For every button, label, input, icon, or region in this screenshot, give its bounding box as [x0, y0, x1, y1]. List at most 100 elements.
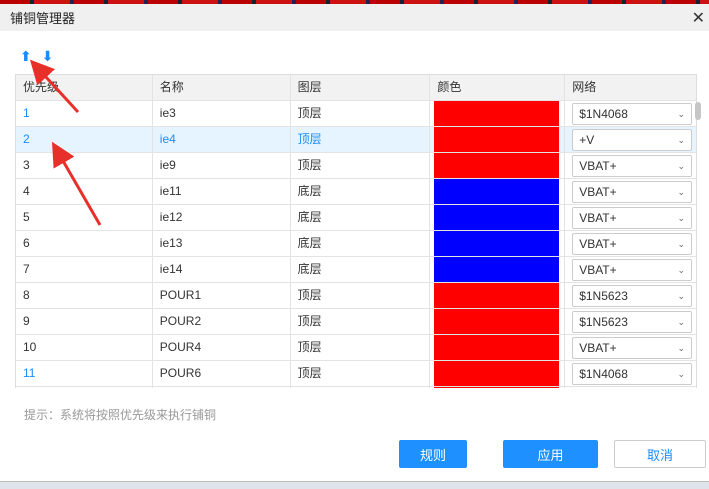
chevron-down-icon: ⌄	[677, 134, 685, 145]
cell-layer: 顶层	[291, 361, 431, 386]
net-select[interactable]: VBAT+ ⌄	[572, 259, 692, 281]
cell-layer: 底层	[291, 257, 431, 282]
scrollbar[interactable]	[695, 102, 701, 120]
cell-net: VBAT+ ⌄	[565, 231, 696, 256]
chevron-down-icon: ⌄	[677, 238, 685, 249]
cell-name: ie9	[153, 153, 291, 178]
close-icon[interactable]: ✕	[692, 8, 705, 28]
pour-table: 优先级 名称 图层 颜色 网络 1 ie3 顶层 $1N4068 ⌄ 2 ie4 顶…	[15, 74, 697, 388]
cell-priority: 10	[16, 335, 153, 360]
table-row[interactable]: 9 POUR2 顶层 $1N5623 ⌄	[16, 309, 696, 335]
chevron-down-icon: ⌄	[677, 290, 685, 301]
net-select[interactable]: $1N4068 ⌄	[572, 363, 692, 385]
net-value: $1N4068	[579, 366, 628, 381]
table-row[interactable]: 6 ie13 底层 VBAT+ ⌄	[16, 231, 696, 257]
cell-layer: 底层	[291, 231, 431, 256]
net-select[interactable]: $1N4068 ⌄	[572, 103, 692, 125]
cell-priority: 1	[16, 101, 153, 126]
dialog-titlebar: 铺铜管理器	[0, 4, 709, 31]
cell-name: ie4	[153, 127, 291, 152]
copper-pour-manager-dialog: 铺铜管理器 ✕ ⬆ ⬇ 优先级 名称 图层 颜色 网络 1 ie3 顶层 $1N…	[0, 4, 709, 481]
net-value: VBAT+	[579, 210, 617, 225]
net-select[interactable]: VBAT+ ⌄	[572, 155, 692, 177]
cell-name: ie11	[153, 179, 291, 204]
cell-color	[430, 283, 566, 308]
cell-layer: 顶层	[291, 153, 431, 178]
cancel-button[interactable]: 取消	[614, 440, 706, 468]
net-value: VBAT+	[579, 340, 617, 355]
chevron-down-icon: ⌄	[677, 212, 685, 223]
rules-button[interactable]: 规则	[399, 440, 467, 468]
color-swatch[interactable]	[434, 257, 560, 282]
cell-priority: 5	[16, 205, 153, 230]
chevron-down-icon: ⌄	[677, 186, 685, 197]
cell-net: VBAT+ ⌄	[565, 179, 696, 204]
cell-priority: 9	[16, 309, 153, 334]
cell-net: VBAT+ ⌄	[565, 153, 696, 178]
net-select[interactable]: $1N5623 ⌄	[572, 311, 692, 333]
cell-priority: 8	[16, 283, 153, 308]
cell-color	[430, 335, 566, 360]
cell-color	[430, 309, 566, 334]
chevron-down-icon: ⌄	[677, 160, 685, 171]
net-select[interactable]: VBAT+ ⌄	[572, 181, 692, 203]
color-swatch[interactable]	[434, 335, 560, 360]
net-value: VBAT+	[579, 158, 617, 173]
net-value: +V	[579, 132, 595, 147]
net-value: VBAT+	[579, 262, 617, 277]
cell-layer: 顶层	[291, 283, 431, 308]
color-swatch[interactable]	[434, 231, 560, 256]
table-row[interactable]: 1 ie3 顶层 $1N4068 ⌄	[16, 101, 696, 127]
cell-name: ie13	[153, 231, 291, 256]
color-swatch[interactable]	[434, 205, 560, 230]
table-row[interactable]: 3 ie9 顶层 VBAT+ ⌄	[16, 153, 696, 179]
cell-net: $1N5623 ⌄	[565, 309, 696, 334]
table-row[interactable]: 顶层	[16, 387, 696, 388]
table-row[interactable]: 7 ie14 底层 VBAT+ ⌄	[16, 257, 696, 283]
color-swatch[interactable]	[434, 101, 560, 126]
cell-color	[430, 205, 566, 230]
net-select[interactable]: VBAT+ ⌄	[572, 207, 692, 229]
dialog-title: 铺铜管理器	[10, 11, 76, 26]
cell-name: POUR6	[153, 361, 291, 386]
table-row[interactable]: 2 ie4 顶层 +V ⌄	[16, 127, 696, 153]
cell-net	[565, 387, 696, 388]
cell-priority	[16, 387, 153, 388]
header-priority: 优先级	[16, 75, 153, 100]
table-header: 优先级 名称 图层 颜色 网络	[16, 75, 696, 101]
cell-net: VBAT+ ⌄	[565, 257, 696, 282]
net-value: VBAT+	[579, 236, 617, 251]
color-swatch[interactable]	[434, 153, 560, 178]
cell-color	[430, 387, 566, 388]
color-swatch[interactable]	[434, 361, 560, 386]
cell-layer: 底层	[291, 179, 431, 204]
table-row[interactable]: 5 ie12 底层 VBAT+ ⌄	[16, 205, 696, 231]
cell-priority: 11	[16, 361, 153, 386]
cell-color	[430, 257, 566, 282]
table-row[interactable]: 10 POUR4 顶层 VBAT+ ⌄	[16, 335, 696, 361]
net-select[interactable]: VBAT+ ⌄	[572, 337, 692, 359]
color-swatch[interactable]	[434, 283, 560, 308]
color-swatch[interactable]	[434, 127, 560, 152]
color-swatch[interactable]	[434, 309, 560, 334]
cell-net: $1N5623 ⌄	[565, 283, 696, 308]
table-row[interactable]: 8 POUR1 顶层 $1N5623 ⌄	[16, 283, 696, 309]
table-row[interactable]: 4 ie11 底层 VBAT+ ⌄	[16, 179, 696, 205]
chevron-down-icon: ⌄	[677, 368, 685, 379]
net-select[interactable]: +V ⌄	[572, 129, 692, 151]
net-select[interactable]: $1N5623 ⌄	[572, 285, 692, 307]
color-swatch[interactable]	[434, 179, 560, 204]
tip-text: 提示：系统将按照优先级来执行铺铜	[24, 408, 217, 422]
move-down-icon[interactable]: ⬇	[42, 48, 54, 65]
cell-priority: 2	[16, 127, 153, 152]
table-row[interactable]: 11 POUR6 顶层 $1N4068 ⌄	[16, 361, 696, 387]
color-swatch[interactable]	[434, 387, 560, 388]
chevron-down-icon: ⌄	[677, 316, 685, 327]
cell-layer: 顶层	[291, 309, 431, 334]
move-up-icon[interactable]: ⬆	[20, 48, 32, 65]
cell-net: $1N4068 ⌄	[565, 101, 696, 126]
apply-button[interactable]: 应用	[503, 440, 598, 468]
cell-name: ie12	[153, 205, 291, 230]
header-name: 名称	[153, 75, 291, 100]
net-select[interactable]: VBAT+ ⌄	[572, 233, 692, 255]
